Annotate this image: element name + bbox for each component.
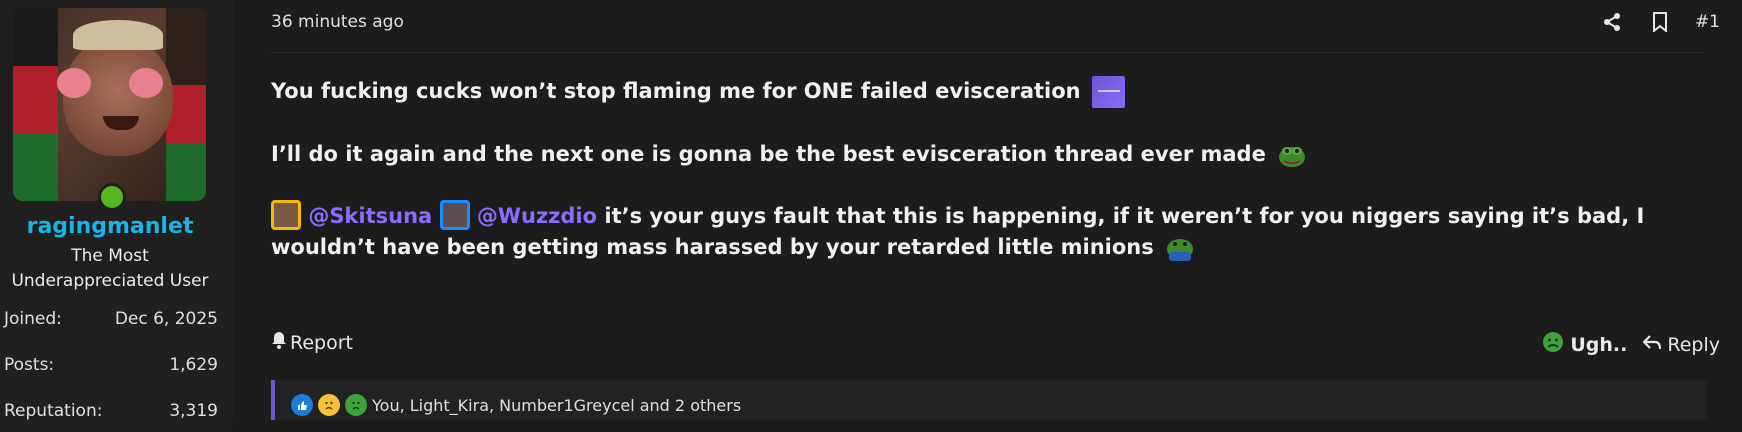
stat-label: Posts: bbox=[4, 355, 55, 375]
bookmark-icon[interactable] bbox=[1647, 9, 1673, 35]
post-text: You fucking cucks won’t stop flaming me … bbox=[271, 79, 1081, 103]
reply-button[interactable]: Reply bbox=[1642, 333, 1720, 356]
avatar-cheek-left bbox=[57, 68, 91, 98]
online-status-icon bbox=[98, 183, 126, 211]
stat-label: Joined: bbox=[4, 309, 62, 329]
reaction-button[interactable]: Ugh.. bbox=[1542, 331, 1627, 358]
post-line-2: I’ll do it again and the next one is gon… bbox=[271, 139, 1711, 170]
report-label: Report bbox=[290, 331, 353, 354]
user-title: The Most Underappreciated User bbox=[11, 246, 209, 291]
stat-value: Dec 6, 2025 bbox=[114, 309, 218, 329]
stat-value: 1,629 bbox=[169, 355, 218, 375]
mention-avatar-wuzzdio[interactable] bbox=[439, 200, 470, 230]
stat-row-posts: Posts: 1,629 bbox=[0, 346, 232, 386]
sick-reaction-icon bbox=[345, 394, 367, 416]
reaction-label: Ugh.. bbox=[1570, 333, 1628, 356]
post-line-1: You fucking cucks won’t stop flaming me … bbox=[271, 76, 1711, 108]
reply-arrow-icon bbox=[1642, 334, 1662, 356]
user-avatar[interactable] bbox=[13, 8, 206, 201]
stat-row-reputation: Reputation: 3,319 bbox=[0, 392, 232, 432]
mention-avatar-skitsuna[interactable] bbox=[271, 200, 301, 230]
post-footer-actions: Ugh.. Reply bbox=[1542, 331, 1720, 358]
report-button[interactable]: Report bbox=[272, 331, 353, 354]
stat-value: 3,319 bbox=[169, 401, 218, 421]
post-text: I’ll do it again and the next one is gon… bbox=[271, 142, 1266, 166]
user-sidebar: ragingmanlet The Most Underappreciated U… bbox=[0, 0, 233, 432]
reactions-summary-text: You, Light_Kira, Number1Greycel and 2 ot… bbox=[372, 395, 742, 415]
sick-face-icon bbox=[1542, 331, 1564, 358]
image-emoji-icon bbox=[1091, 76, 1125, 108]
pepe-emoji-icon bbox=[1277, 141, 1307, 169]
header-divider bbox=[271, 52, 1703, 53]
stat-label: Reputation: bbox=[4, 401, 103, 421]
mention-link-skitsuna[interactable]: @Skitsuna bbox=[308, 204, 432, 228]
pepe-sad-emoji-icon bbox=[1165, 234, 1195, 262]
bell-icon bbox=[272, 331, 286, 354]
stat-row-joined: Joined: Dec 6, 2025 bbox=[0, 300, 232, 340]
post-line-3: @Skitsuna @Wuzzdio it’s your guys fault … bbox=[271, 200, 1711, 263]
like-reaction-icon bbox=[291, 394, 313, 416]
mention-link-wuzzdio[interactable]: @Wuzzdio bbox=[477, 204, 597, 228]
avatar-hat bbox=[73, 20, 163, 50]
sad-reaction-icon bbox=[318, 394, 340, 416]
share-icon[interactable] bbox=[1599, 9, 1625, 35]
post-timestamp[interactable]: 36 minutes ago bbox=[271, 12, 404, 32]
post-number-link[interactable]: #1 bbox=[1695, 12, 1720, 32]
flag-decoration bbox=[13, 8, 58, 201]
reply-label: Reply bbox=[1667, 333, 1720, 356]
reactions-summary-bar[interactable]: You, Light_Kira, Number1Greycel and 2 ot… bbox=[271, 380, 1707, 420]
username[interactable]: ragingmanlet bbox=[0, 214, 220, 239]
post-top-actions: #1 bbox=[1599, 8, 1720, 36]
avatar-cheek-right bbox=[129, 68, 163, 98]
